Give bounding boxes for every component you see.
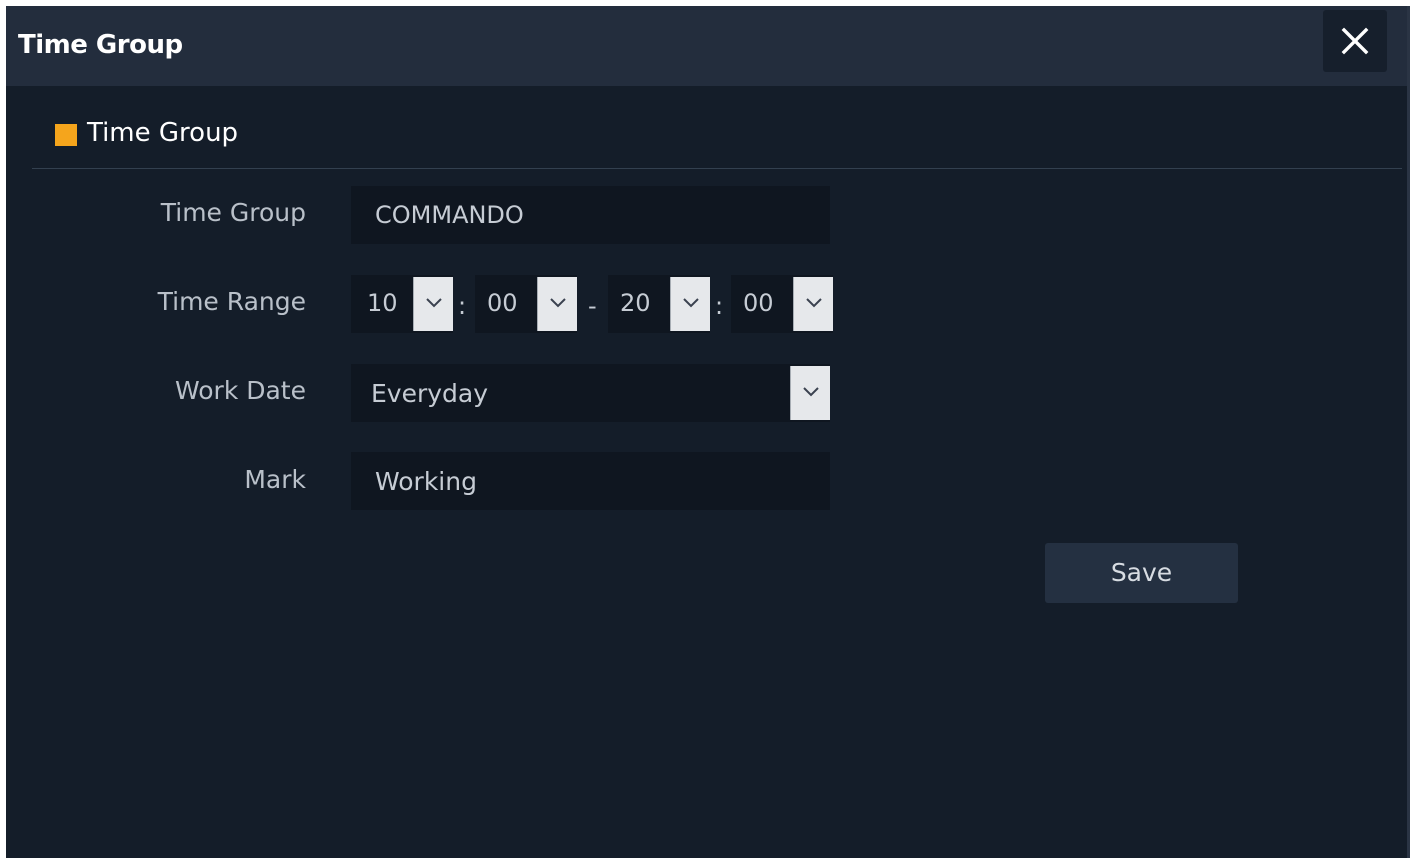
work-date-dropdown-toggle[interactable]	[790, 366, 830, 420]
chevron-down-icon	[426, 298, 442, 308]
start-minute-value: 00	[487, 289, 518, 317]
end-minute-select[interactable]: 00	[731, 275, 833, 333]
section-marker	[55, 124, 77, 146]
chevron-down-icon	[683, 298, 699, 308]
work-date-select[interactable]: Everyday	[351, 364, 830, 422]
time-range-label: Time Range	[157, 287, 306, 316]
time-range-dash: -	[588, 292, 597, 320]
mark-label: Mark	[244, 465, 306, 494]
work-date-label: Work Date	[174, 376, 306, 405]
dialog-titlebar: Time Group	[6, 6, 1407, 86]
mark-input[interactable]	[351, 452, 830, 510]
chevron-down-icon	[550, 298, 566, 308]
start-minute-dropdown-toggle[interactable]	[537, 277, 577, 331]
end-hour-dropdown-toggle[interactable]	[670, 277, 710, 331]
time-colon-start: :	[458, 292, 467, 320]
time-group-input[interactable]	[351, 186, 830, 244]
start-hour-select[interactable]: 10	[351, 275, 453, 333]
section-divider	[32, 168, 1402, 169]
chevron-down-icon	[806, 298, 822, 308]
start-minute-select[interactable]: 00	[475, 275, 577, 333]
work-date-value: Everyday	[371, 379, 489, 408]
section-title: Time Group	[87, 118, 239, 148]
close-button[interactable]	[1323, 10, 1387, 72]
start-hour-dropdown-toggle[interactable]	[413, 277, 453, 331]
end-minute-dropdown-toggle[interactable]	[793, 277, 833, 331]
close-icon	[1341, 27, 1369, 55]
end-minute-value: 00	[743, 289, 774, 317]
chevron-down-icon	[803, 387, 819, 397]
end-hour-select[interactable]: 20	[608, 275, 710, 333]
dialog-title: Time Group	[18, 30, 183, 60]
time-group-dialog: Time Group Time Group Time Group Time Ra…	[6, 6, 1410, 858]
time-colon-end: :	[715, 292, 724, 320]
start-hour-value: 10	[367, 289, 398, 317]
save-button[interactable]: Save	[1045, 543, 1238, 603]
end-hour-value: 20	[620, 289, 651, 317]
time-group-label: Time Group	[160, 198, 306, 227]
